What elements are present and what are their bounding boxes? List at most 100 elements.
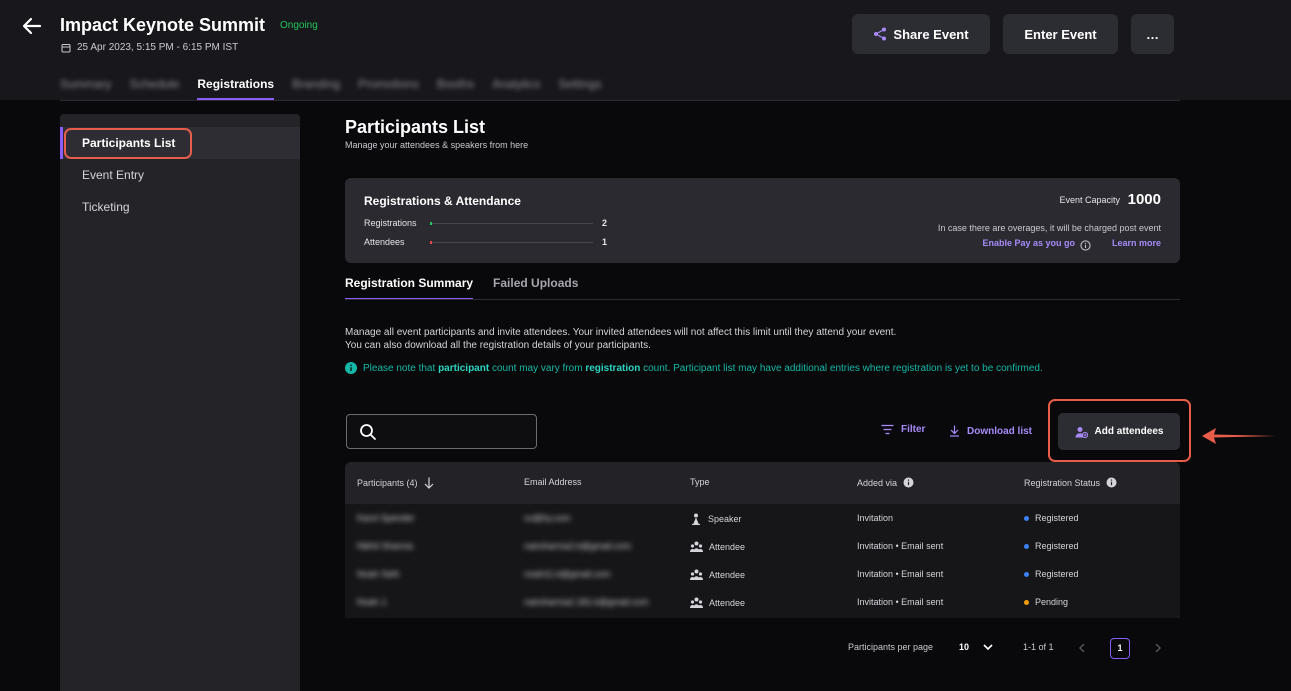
info-icon[interactable] xyxy=(1106,477,1117,488)
participant-status: Registered xyxy=(1024,513,1079,523)
info-circle-icon xyxy=(345,362,357,374)
add-user-icon xyxy=(1075,426,1088,438)
participants-table: Participants (4) Email Address Type Adde… xyxy=(345,462,1180,618)
participant-added-via: Invitation xyxy=(857,513,894,523)
sidebar-item-event-entry[interactable]: Event Entry xyxy=(60,159,300,191)
download-list-label: Download list xyxy=(967,425,1032,437)
add-attendees-label: Add attendees xyxy=(1094,426,1164,437)
sub-tabs-divider xyxy=(345,299,1180,300)
participant-status: Registered xyxy=(1024,569,1079,579)
column-type: Type xyxy=(690,477,710,487)
download-list-button[interactable]: Download list xyxy=(949,425,1032,437)
share-event-button[interactable]: Share Event xyxy=(852,14,990,54)
chevron-right-icon[interactable] xyxy=(1155,643,1162,653)
column-email: Email Address xyxy=(524,477,582,487)
sort-arrow-down-icon[interactable] xyxy=(424,477,434,489)
search-icon xyxy=(360,424,376,440)
tab-branding[interactable]: Branding xyxy=(292,72,340,100)
tab-booths[interactable]: Booths xyxy=(437,72,474,100)
back-arrow-icon[interactable] xyxy=(20,14,48,38)
tab-registrations[interactable]: Registrations xyxy=(197,72,275,100)
attendees-progress-bar xyxy=(430,240,593,244)
chevron-down-icon xyxy=(983,643,993,650)
table-row[interactable]: Nikhil Sharma nairsharma2.k@gmail.com At… xyxy=(345,532,1180,560)
per-page-select[interactable]: 10 xyxy=(959,642,993,652)
tab-summary[interactable]: Summary xyxy=(60,72,111,100)
page-subtitle: Manage your attendees & speakers from he… xyxy=(345,140,529,150)
attendees-value: 1 xyxy=(602,237,608,247)
per-page-label: Participants per page xyxy=(848,642,934,652)
participant-name: Noah J. xyxy=(357,597,389,607)
sidebar-item-participants-list[interactable]: Participants List xyxy=(60,127,300,159)
info-icon[interactable] xyxy=(903,477,914,488)
registrations-value: 2 xyxy=(602,218,608,228)
share-icon xyxy=(874,27,887,41)
status-dot xyxy=(1024,571,1029,577)
attendee-group-icon xyxy=(690,569,703,580)
registrations-label: Registrations xyxy=(364,218,417,228)
learn-more-link[interactable]: Learn more xyxy=(1112,238,1161,248)
participant-name: Noah Seth xyxy=(357,569,400,579)
tab-settings[interactable]: Settings xyxy=(558,72,601,100)
download-icon xyxy=(950,425,959,437)
status-dot xyxy=(1024,599,1029,605)
note-text: Please note that participant count may v… xyxy=(363,362,1043,374)
description-line-1: Manage all event participants and invite… xyxy=(345,327,897,338)
event-date: 25 Apr 2023, 5:15 PM - 6:15 PM IST xyxy=(77,42,239,53)
participant-email: nairsharma2.k@gmail.com xyxy=(524,541,632,551)
event-header: Impact Keynote Summit Ongoing 25 Apr 202… xyxy=(0,0,1291,100)
column-registration-status: Registration Status xyxy=(1024,477,1117,488)
enter-event-label: Enter Event xyxy=(1024,26,1097,42)
participant-type: Attendee xyxy=(690,597,745,609)
tab-promotions[interactable]: Promotions xyxy=(358,72,419,100)
column-added-via: Added via xyxy=(857,477,914,488)
sub-tabs: Registration Summary Failed Uploads xyxy=(345,276,578,300)
capacity-value: 1000 xyxy=(1127,191,1161,208)
column-participants[interactable]: Participants (4) xyxy=(357,477,434,489)
participant-count-note: Please note that participant count may v… xyxy=(345,362,1043,374)
overage-note: In case there are overages, it will be c… xyxy=(937,223,1161,233)
participant-added-via: Invitation • Email sent xyxy=(857,569,944,579)
attendees-label: Attendees xyxy=(364,237,405,247)
table-row[interactable]: Karol Spender xx@hy.com Speaker Invitati… xyxy=(345,504,1180,532)
page-title: Participants List xyxy=(345,117,486,137)
participant-status: Pending xyxy=(1024,597,1068,607)
participant-name: Nikhil Sharma xyxy=(357,541,414,551)
share-event-label: Share Event xyxy=(893,26,969,42)
status-dot xyxy=(1024,515,1029,521)
annotation-arrow-icon xyxy=(1202,428,1276,444)
registrations-attendance-card: Registrations & Attendance Registrations… xyxy=(345,178,1180,263)
stats-title: Registrations & Attendance xyxy=(364,194,521,208)
page-number-button[interactable]: 1 xyxy=(1110,638,1130,659)
table-row[interactable]: Noah J. nairsharma2.181.k@gmail.com Atte… xyxy=(345,588,1180,616)
participant-type: Attendee xyxy=(690,569,745,581)
participant-email: xx@hy.com xyxy=(524,513,571,523)
registrations-progress-bar xyxy=(430,221,593,225)
info-icon[interactable] xyxy=(1080,238,1091,256)
tab-registration-summary[interactable]: Registration Summary xyxy=(345,276,474,300)
filter-icon xyxy=(881,424,894,435)
participant-email: noah11.k@gmail.com xyxy=(524,569,611,579)
table-row[interactable]: Noah Seth noah11.k@gmail.com Attendee In… xyxy=(345,560,1180,588)
tab-analytics[interactable]: Analytics xyxy=(492,72,540,100)
sidebar-item-ticketing[interactable]: Ticketing xyxy=(60,191,300,223)
status-badge: Ongoing xyxy=(280,20,318,31)
speaker-icon xyxy=(692,513,700,525)
ellipsis-icon: … xyxy=(1146,26,1159,42)
enable-pay-as-you-go-link[interactable]: Enable Pay as you go xyxy=(982,238,1075,248)
sidebar: Participants List Event Entry Ticketing xyxy=(60,114,300,691)
participant-name: Karol Spender xyxy=(357,513,415,523)
chevron-left-icon[interactable] xyxy=(1078,643,1085,653)
tab-schedule[interactable]: Schedule xyxy=(129,72,179,100)
add-attendees-button[interactable]: Add attendees xyxy=(1058,413,1180,450)
search-input[interactable] xyxy=(346,414,537,449)
participant-status: Registered xyxy=(1024,541,1079,551)
tabs-divider xyxy=(60,100,1180,101)
filter-button[interactable]: Filter xyxy=(881,424,925,435)
enter-event-button[interactable]: Enter Event xyxy=(1003,14,1118,54)
filter-label: Filter xyxy=(901,424,926,435)
tab-failed-uploads[interactable]: Failed Uploads xyxy=(493,276,578,300)
more-options-button[interactable]: … xyxy=(1131,14,1174,54)
attendee-group-icon xyxy=(690,541,703,552)
page-range: 1-1 of 1 xyxy=(1023,642,1054,652)
